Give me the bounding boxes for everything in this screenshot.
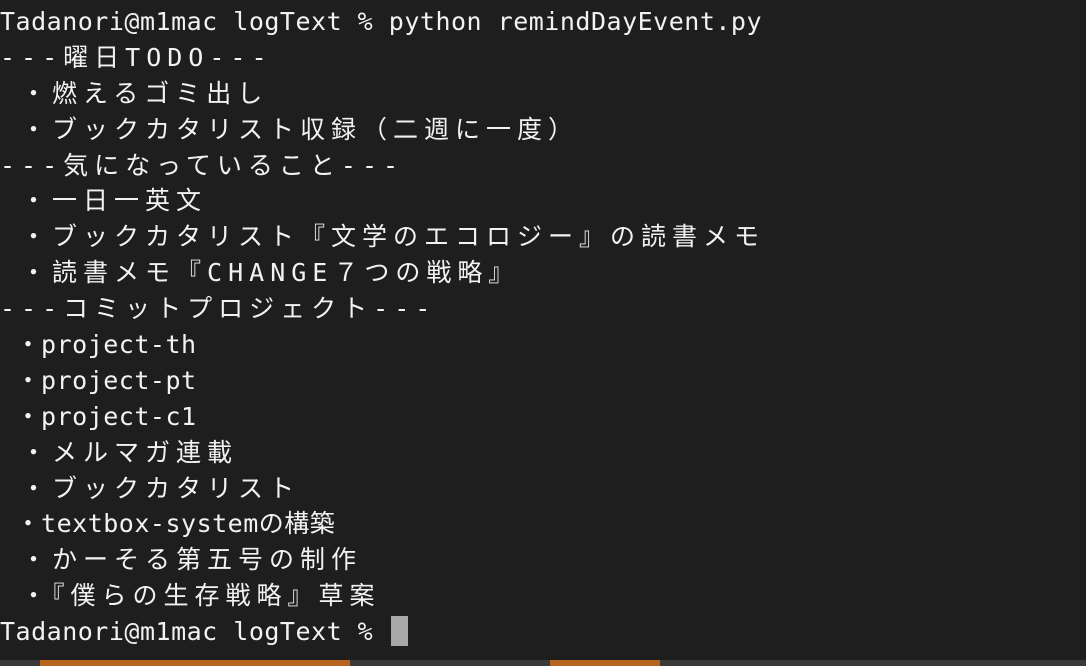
- output-line-item: ・読書メモ『CHANGE７つの戦略』: [0, 258, 520, 288]
- output-line-item: ・project-pt: [0, 365, 197, 395]
- output-line-item: ・一日一英文: [0, 186, 208, 216]
- output-line-item: ・『僕らの生存戦略』草案: [0, 581, 381, 611]
- shell-prompt: Tadanori@m1mac logText %: [0, 617, 374, 647]
- output-line-item: ・ブックカタリスト収録（二週に一度）: [0, 114, 580, 144]
- desktop-strip-dark-segment: [660, 660, 1086, 666]
- desktop-background-strip: [0, 660, 1086, 666]
- output-line-item: ・project-th: [0, 330, 197, 360]
- terminal-output: Tadanori@m1mac logText % python remindDa…: [0, 4, 1086, 650]
- output-line-section-commit-projects: ---コミットプロジェクト---: [0, 294, 437, 324]
- desktop-strip-dark-segment: [0, 660, 40, 666]
- terminal-window[interactable]: Tadanori@m1mac logText % python remindDa…: [0, 0, 1086, 666]
- output-line-item: ・かーそる第五号の制作: [0, 545, 363, 575]
- output-line-section-interests: ---気になっていること---: [0, 150, 405, 180]
- desktop-strip-orange-segment: [40, 660, 350, 666]
- desktop-strip-dark-segment: [350, 660, 550, 666]
- command-line: Tadanori@m1mac logText % python remindDa…: [0, 4, 1086, 40]
- desktop-strip-orange-segment: [550, 660, 660, 666]
- output-line-item: ・メルマガ連載: [0, 437, 239, 467]
- output-line-section-weekday-todo: ---曜日TODO---: [0, 42, 273, 72]
- output-line-item: ・ブックカタリスト: [0, 473, 301, 503]
- output-line-item: ・project-c1: [0, 401, 197, 431]
- command-text: python remindDayEvent.py: [388, 7, 763, 36]
- text-cursor: [390, 616, 408, 647]
- output-line-item: ・textbox-systemの構築: [0, 509, 336, 539]
- input-line[interactable]: Tadanori@m1mac logText %: [0, 614, 1086, 650]
- shell-prompt: Tadanori@m1mac logText %: [0, 7, 374, 36]
- output-line-item: ・ブックカタリスト『文学のエコロジー』の読書メモ: [0, 222, 766, 252]
- output-line-item: ・燃えるゴミ出し: [0, 78, 269, 108]
